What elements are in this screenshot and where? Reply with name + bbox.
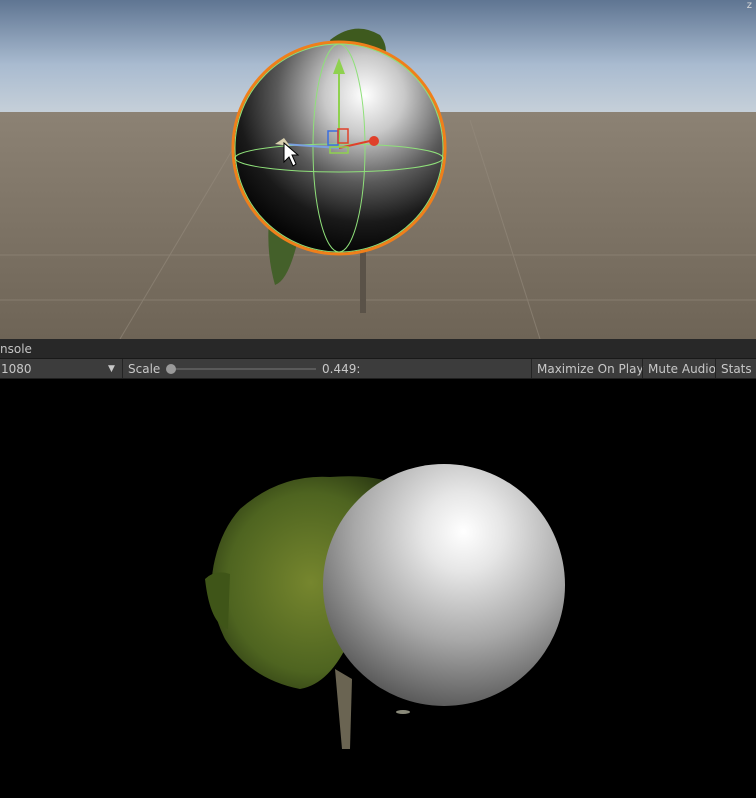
game-sphere [323,464,565,706]
resolution-dropdown[interactable]: 1080 ▼ [0,359,123,378]
scale-label: Scale [128,362,161,376]
maximize-on-play-button[interactable]: Maximize On Play [531,359,644,378]
gizmo-axis-label[interactable]: z [747,0,752,11]
game-view[interactable] [0,379,756,798]
game-view-toolbar: 1080 ▼ Scale 0.449: Maximize On Play Mut… [0,359,756,379]
stats-button[interactable]: Stats [715,359,756,378]
console-tab[interactable]: nsole [0,342,32,356]
scale-slider-track[interactable] [170,368,316,370]
slider-thumb-icon[interactable] [166,364,176,374]
resolution-value: 1080 [1,362,32,376]
scene-view[interactable]: z [0,0,756,339]
game-canvas [205,464,565,749]
scene-canvas[interactable] [0,0,756,339]
mute-audio-button[interactable]: Mute Audio [642,359,716,378]
ground-shadow-speck [396,710,410,714]
scale-value: 0.449: [322,362,361,376]
dropdown-arrow-icon: ▼ [108,364,115,374]
console-tab-strip: nsole [0,339,756,359]
